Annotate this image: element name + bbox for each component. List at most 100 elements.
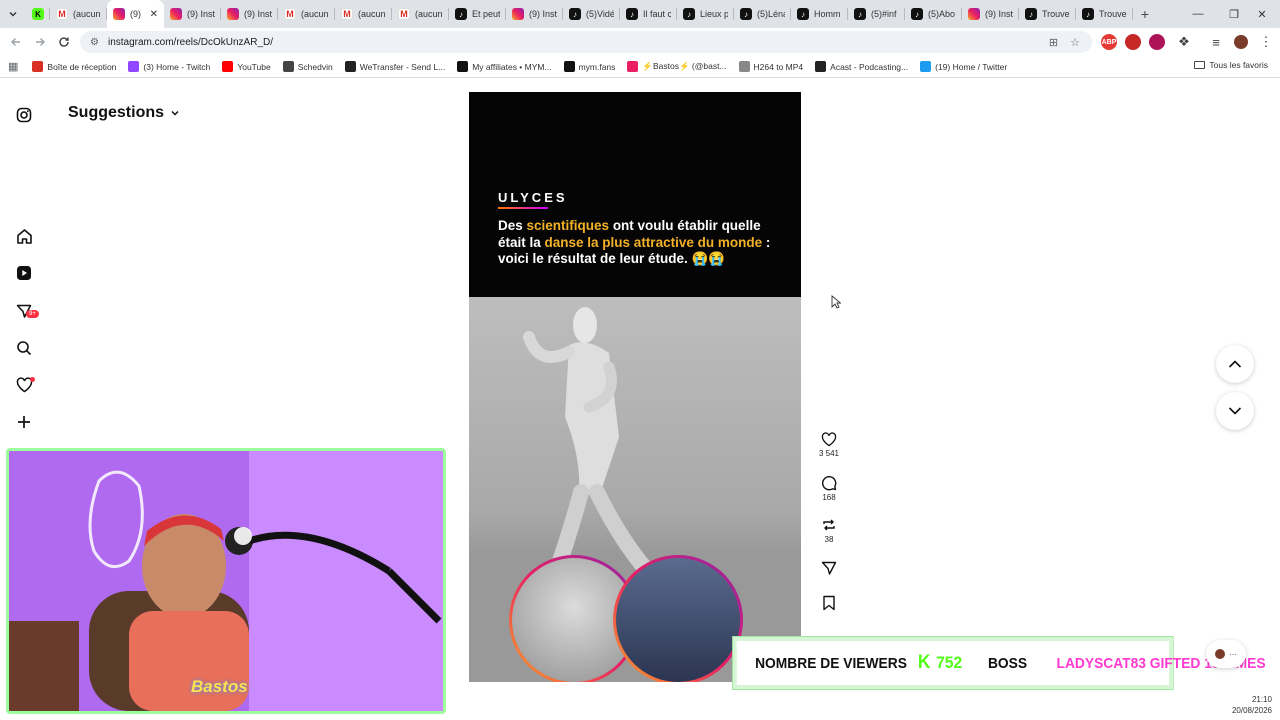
browser-tab[interactable]: ♪ Il faut c bbox=[620, 0, 677, 28]
share-button[interactable] bbox=[815, 560, 843, 576]
extensions-puzzle-icon[interactable]: ❖ bbox=[1172, 30, 1196, 54]
bookmark-item[interactable]: Boîte de réception bbox=[32, 61, 116, 72]
tab-label: Il faut c bbox=[643, 9, 671, 19]
browser-tab[interactable]: M (aucun bbox=[335, 0, 392, 28]
media-controls-icon[interactable]: ≡ bbox=[1204, 30, 1228, 54]
previous-reel-button[interactable] bbox=[1216, 345, 1254, 383]
address-bar[interactable]: ⚙ instagram.com/reels/DcOkUnzAR_D/ ⊞ ☆ bbox=[80, 31, 1092, 53]
home-icon[interactable] bbox=[14, 226, 34, 246]
bookmarks-bar: ▦ Boîte de réception (3) Home - Twitch You… bbox=[0, 56, 1280, 78]
browser-tab[interactable]: (9) Inst bbox=[164, 0, 221, 28]
reels-icon[interactable] bbox=[14, 263, 34, 283]
new-tab-button[interactable]: + bbox=[1133, 0, 1157, 28]
comment-button[interactable]: 168 bbox=[815, 475, 843, 502]
extension-icon[interactable]: ABP bbox=[1101, 34, 1117, 50]
like-button[interactable]: 3 541 bbox=[815, 432, 843, 458]
tab-label: Lieux p bbox=[700, 9, 728, 19]
browser-tab[interactable]: (9) ✕ bbox=[107, 0, 164, 28]
bookmark-item[interactable]: WeTransfer - Send L... bbox=[344, 61, 445, 72]
browser-tab[interactable]: ♪ Homm bbox=[791, 0, 848, 28]
create-plus-icon[interactable] bbox=[14, 412, 34, 432]
bookmark-favicon-icon bbox=[627, 61, 639, 72]
profile-avatar[interactable] bbox=[1234, 35, 1248, 49]
tab-search-button[interactable] bbox=[0, 0, 26, 28]
browser-tab[interactable]: (9) Inst bbox=[962, 0, 1019, 28]
arrow-right-icon bbox=[36, 38, 45, 46]
instagram-favicon-icon bbox=[227, 8, 239, 20]
browser-tab[interactable]: M (aucun bbox=[50, 0, 107, 28]
browser-tab[interactable]: M (aucun bbox=[392, 0, 449, 28]
chevron-down-icon bbox=[9, 12, 17, 17]
notification-dot bbox=[30, 377, 35, 382]
browser-tab[interactable]: ♪ Trouve bbox=[1019, 0, 1076, 28]
bookmark-favicon-icon bbox=[815, 61, 827, 72]
bookmark-item[interactable]: Schedvin bbox=[282, 61, 333, 72]
browser-tab[interactable]: ♪ (5)Léna bbox=[734, 0, 791, 28]
suggestions-dropdown[interactable]: Suggestions bbox=[68, 104, 180, 122]
webcam-overlay: Bastos bbox=[6, 448, 446, 714]
tiktok-favicon-icon: ♪ bbox=[683, 8, 695, 20]
browser-tab[interactable]: M (aucun bbox=[278, 0, 335, 28]
avatar-circle-right bbox=[613, 555, 743, 682]
tiktok-favicon-icon: ♪ bbox=[1082, 8, 1094, 20]
close-tab-icon[interactable]: ✕ bbox=[150, 9, 158, 20]
extension-icon[interactable] bbox=[1125, 34, 1141, 50]
close-window-button[interactable]: ✕ bbox=[1244, 0, 1280, 28]
gmail-favicon-icon: M bbox=[284, 8, 296, 20]
save-button[interactable] bbox=[815, 595, 843, 611]
apps-grid-icon[interactable]: ▦ bbox=[8, 60, 18, 73]
caption-highlight: scientifiques bbox=[526, 218, 610, 233]
bookmark-item[interactable]: H264 to MP4 bbox=[738, 61, 803, 72]
browser-tab[interactable]: (9) Inst bbox=[506, 0, 563, 28]
all-bookmarks-button[interactable]: Tous les favoris bbox=[1194, 60, 1268, 70]
bookmark-favicon-icon bbox=[457, 61, 469, 72]
browser-tab[interactable]: ♪ Et peut bbox=[449, 0, 506, 28]
site-info-icon[interactable]: ⚙ bbox=[90, 37, 99, 48]
bookmark-item[interactable]: My affiliates • MYM... bbox=[457, 61, 552, 72]
tab-label: (aucun bbox=[358, 9, 386, 19]
browser-tab[interactable]: ♪ (5)#inf bbox=[848, 0, 905, 28]
search-icon[interactable] bbox=[14, 338, 34, 358]
reload-icon bbox=[59, 37, 69, 47]
chevron-down-icon bbox=[171, 110, 179, 116]
bookmark-item[interactable]: Acast - Podcasting... bbox=[815, 61, 908, 72]
repost-button[interactable]: 38 bbox=[815, 517, 843, 544]
menu-kebab-icon[interactable]: ⋮ bbox=[1254, 30, 1278, 54]
bookmark-label: Schedvin bbox=[297, 61, 333, 72]
browser-tab[interactable]: (9) Inst bbox=[221, 0, 278, 28]
instagram-logo-icon[interactable] bbox=[14, 105, 34, 125]
install-app-icon[interactable]: ⊞ bbox=[1049, 36, 1058, 49]
bookmark-item[interactable]: (19) Home / Twitter bbox=[920, 61, 1007, 72]
bookmark-star-icon[interactable]: ☆ bbox=[1070, 36, 1080, 49]
minimize-button[interactable]: — bbox=[1180, 0, 1216, 28]
reel-video-frame bbox=[469, 297, 801, 682]
back-button[interactable] bbox=[4, 30, 28, 54]
caption-segment: Des bbox=[498, 218, 527, 233]
reel-video-player[interactable]: ULYCES Des scientifiques ont voulu établ… bbox=[469, 92, 801, 682]
bookmark-item[interactable]: ⚡Bastos⚡ (@bast... bbox=[627, 61, 727, 72]
reel-brand-logo: ULYCES bbox=[498, 190, 568, 205]
gmail-favicon-icon: M bbox=[56, 8, 68, 20]
messages-badge: 9+ bbox=[26, 310, 39, 318]
browser-tab[interactable]: ♪ (5)Vidé bbox=[563, 0, 620, 28]
messages-bubble-button[interactable]: ⋯ bbox=[1206, 640, 1246, 668]
bookmark-item[interactable]: YouTube bbox=[222, 61, 271, 72]
bookmark-item[interactable]: mym.fans bbox=[563, 61, 616, 72]
all-bookmarks-label: Tous les favoris bbox=[1209, 60, 1268, 70]
forward-button[interactable] bbox=[28, 30, 52, 54]
caption-highlight: danse la plus attractive du monde bbox=[544, 234, 763, 250]
tiktok-favicon-icon: ♪ bbox=[455, 8, 467, 20]
bookmark-label: mym.fans bbox=[578, 61, 616, 72]
browser-toolbar: ⚙ instagram.com/reels/DcOkUnzAR_D/ ⊞ ☆ A… bbox=[0, 28, 1280, 56]
browser-tab[interactable]: K bbox=[26, 0, 50, 28]
browser-tab[interactable]: ♪ Trouve bbox=[1076, 0, 1133, 28]
extension-icon[interactable] bbox=[1149, 34, 1165, 50]
bookmark-item[interactable]: (3) Home - Twitch bbox=[128, 61, 210, 72]
next-reel-button[interactable] bbox=[1216, 392, 1254, 430]
browser-tab[interactable]: ♪ Lieux p bbox=[677, 0, 734, 28]
browser-tab[interactable]: ♪ (5)Abo bbox=[905, 0, 962, 28]
streamer-logo: Bastos bbox=[191, 677, 248, 696]
viewers-count: 752 bbox=[936, 653, 963, 672]
reload-button[interactable] bbox=[52, 30, 76, 54]
bookmark-favicon-icon bbox=[282, 61, 294, 72]
